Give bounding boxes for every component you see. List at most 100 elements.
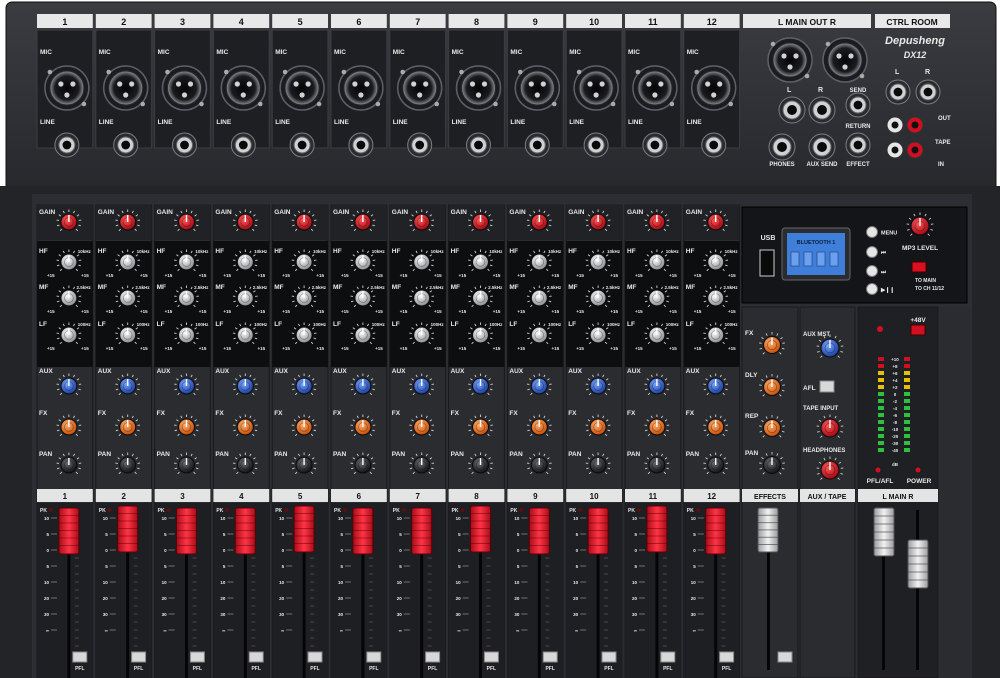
channel-fader-11[interactable] [646,505,668,553]
xlr-mic-input-6[interactable] [338,65,384,111]
xlr-mic-input-1[interactable] [44,65,90,111]
mf-label: MF [157,284,166,291]
line-input-jack-2[interactable] [113,132,139,158]
pfl-button-9[interactable] [542,651,558,663]
main-left-fader[interactable] [873,507,895,557]
eq-range-label: +15 [493,273,501,278]
eq-freq-label: 2.5kHz [371,285,386,290]
ctrl-r-label: R [925,69,930,76]
pfl-button-2[interactable] [131,651,147,663]
line-input-jack-11[interactable] [642,132,668,158]
rca-jack[interactable] [886,141,904,159]
channel-fader-5[interactable] [293,505,315,553]
usb-port[interactable] [759,249,775,277]
line-input-jack-5[interactable] [289,132,315,158]
xlr-mic-input-2[interactable] [102,65,149,111]
repeat-label: REP [745,413,759,420]
fx-label: FX [157,410,166,417]
mic-label: MIC [99,49,111,56]
mic-label: MIC [510,49,522,56]
mp3-routing-switch[interactable] [911,261,927,273]
prev-track-button[interactable] [866,246,878,258]
line-input-jack-6[interactable] [348,132,374,158]
channel-fader-10[interactable] [587,507,609,555]
main-right-jack[interactable] [808,96,836,124]
main-out-left-xlr[interactable] [767,37,813,83]
fader-scale-mark: ∞ [281,628,284,633]
power-label: POWER [907,478,932,485]
channel-fader-3[interactable] [176,507,197,555]
tape-in-label: IN [938,162,944,168]
pfl-button-3[interactable] [189,651,205,663]
line-input-jack-7[interactable] [407,132,433,158]
afl-button[interactable] [819,380,835,393]
mf-label: MF [274,284,283,291]
rca-jack[interactable] [906,116,924,134]
channel-fader-6[interactable] [352,507,374,555]
line-input-jack-12[interactable] [701,132,727,158]
xlr-mic-input-9[interactable] [514,65,561,111]
lcd-indicator-icon [816,251,826,267]
pfl-button-12[interactable] [719,651,735,663]
next-track-button[interactable] [866,265,878,277]
pfl-button-8[interactable] [483,651,499,663]
xlr-mic-input-5[interactable] [279,65,325,111]
hf-label: HF [451,248,460,255]
main-out-right-xlr[interactable] [822,37,868,83]
play-pause-button[interactable] [866,283,878,295]
rca-jack[interactable] [886,116,904,134]
menu-button[interactable] [866,226,878,238]
eq-freq-label: 10kHz [607,249,621,254]
effects-label: EFFECTS [754,494,786,501]
eq-range-label: +15 [694,309,702,314]
channel-fader-4[interactable] [234,507,256,555]
line-input-jack-8[interactable] [466,132,491,158]
channel-fader-1[interactable] [58,507,80,555]
effects-pfl-button[interactable] [777,651,793,663]
channel-fader-9[interactable] [528,507,550,555]
pfl-button-6[interactable] [366,651,382,663]
fx-return-jack[interactable] [845,132,871,158]
eq-range-label: +15 [434,346,442,351]
pfl-button-10[interactable] [601,651,617,663]
line-input-jack-4[interactable] [230,132,256,158]
channel-fader-2[interactable] [117,505,139,553]
pfl-button-4[interactable] [248,651,264,663]
fx-send-jack[interactable] [845,92,871,118]
channel-number-label: 9 [533,17,538,27]
xlr-mic-input-7[interactable] [396,65,443,111]
channel-fader-7[interactable] [411,507,433,555]
fader-scale-mark: 10 [456,580,462,585]
pfl-button-11[interactable] [660,651,676,663]
lf-label: LF [392,321,400,328]
pfl-button-7[interactable] [425,651,441,663]
pfl-button-5[interactable] [307,651,323,663]
pfl-button-1[interactable] [72,651,88,663]
line-input-jack-1[interactable] [54,132,80,158]
xlr-mic-input-12[interactable] [690,65,737,111]
channel-fader-8[interactable] [470,505,491,553]
line-input-jack-9[interactable] [524,132,550,158]
xlr-mic-input-10[interactable] [573,65,619,111]
line-input-jack-3[interactable] [172,132,197,158]
gain-label: GAIN [509,209,526,216]
xlr-mic-input-4[interactable] [220,65,267,111]
ctrl-room-left-jack[interactable] [885,79,911,105]
channel-fader-12[interactable] [705,507,727,555]
main-left-jack[interactable] [778,96,806,124]
xlr-mic-input-11[interactable] [632,65,678,111]
xlr-mic-input-8[interactable] [455,65,502,111]
phantom-power-button[interactable] [910,324,926,336]
line-input-jack-10[interactable] [583,132,609,158]
peak-label: PK [334,508,341,514]
fader-scale-mark: 10 [632,580,638,585]
xlr-mic-input-3[interactable] [161,65,208,111]
aux-label: AUX [686,368,700,375]
effects-fader[interactable] [757,507,779,553]
main-right-fader[interactable] [907,539,929,589]
rca-jack[interactable] [906,141,924,159]
phones-jack[interactable] [768,133,796,161]
fader-channel-number: 9 [533,492,538,501]
aux-send-jack[interactable] [808,133,836,161]
ctrl-room-right-jack[interactable] [915,79,941,105]
